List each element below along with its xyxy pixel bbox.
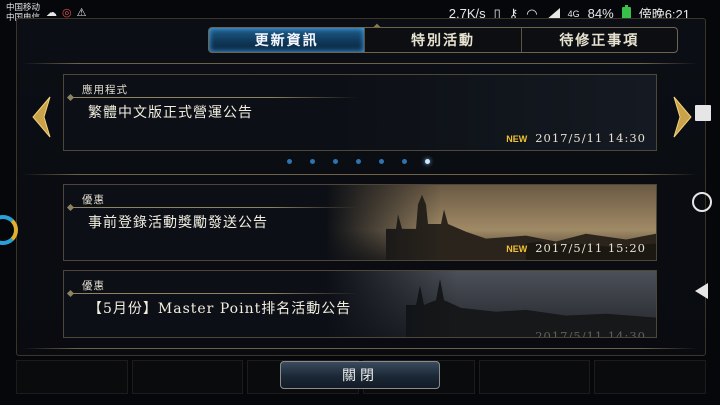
castle-background-art	[326, 271, 656, 337]
arrow-left-icon[interactable]	[30, 95, 52, 139]
close-button[interactable]: 關閉	[280, 361, 440, 389]
new-badge: NEW	[506, 134, 528, 144]
category-underline	[68, 97, 358, 98]
tab-bar: 更新資訊 特別活動 待修正事項	[208, 27, 678, 53]
tab-updates[interactable]: 更新資訊	[209, 28, 366, 52]
new-badge: NEW	[506, 244, 528, 254]
notice-title: 事前登錄活動獎勵發送公告	[88, 215, 268, 231]
category-underline	[68, 207, 358, 208]
middle-divider	[22, 174, 698, 175]
notice-date: 2017/5/11 14:30	[535, 131, 646, 145]
notice-category: 應用程式	[82, 84, 128, 96]
pager-dot-active[interactable]	[425, 159, 430, 164]
pager-dot[interactable]	[287, 159, 292, 164]
pager-dot[interactable]	[333, 159, 338, 164]
back-icon[interactable]	[695, 283, 708, 299]
notice-category: 優惠	[82, 280, 105, 292]
tab-events[interactable]: 特別活動	[365, 28, 522, 52]
pager-dot[interactable]	[379, 159, 384, 164]
pager-dot[interactable]	[310, 159, 315, 164]
notice-date: 2017/5/11 14:30	[535, 329, 646, 338]
notice-card[interactable]: 優惠 事前登錄活動獎勵發送公告 NEW 2017/5/11 15:20	[63, 184, 657, 261]
category-underline	[68, 293, 358, 294]
tab-known-issues[interactable]: 待修正事項	[522, 28, 677, 52]
recent-apps-icon[interactable]	[695, 105, 711, 121]
notice-meta: NEW 2017/5/11 14:30	[506, 131, 646, 145]
bottom-divider	[22, 348, 698, 349]
notice-meta: 2017/5/11 14:30	[535, 329, 646, 338]
top-divider	[22, 63, 698, 64]
network-type: 4G	[567, 8, 580, 19]
notice-title: 繁體中文版正式營運公告	[88, 105, 253, 121]
notice-title: 【5月份】Master Point排名活動公告	[88, 301, 352, 317]
carousel-pager	[287, 159, 430, 164]
carrier-1: 中国移动	[6, 2, 41, 12]
pager-dot[interactable]	[356, 159, 361, 164]
notice-date: 2017/5/11 15:20	[535, 241, 646, 255]
notice-card[interactable]: 優惠 【5月份】Master Point排名活動公告 2017/5/11 14:…	[63, 270, 657, 338]
featured-notice-card[interactable]: 應用程式 繁體中文版正式營運公告 NEW 2017/5/11 14:30	[63, 74, 657, 151]
notice-meta: NEW 2017/5/11 15:20	[506, 241, 646, 255]
pager-dot[interactable]	[402, 159, 407, 164]
home-icon[interactable]	[692, 192, 712, 212]
android-nav-bar	[690, 0, 720, 405]
background-nav-slot	[478, 360, 591, 394]
background-nav-slot	[131, 360, 244, 394]
notice-category: 優惠	[82, 194, 105, 206]
background-nav-slot	[16, 360, 128, 394]
